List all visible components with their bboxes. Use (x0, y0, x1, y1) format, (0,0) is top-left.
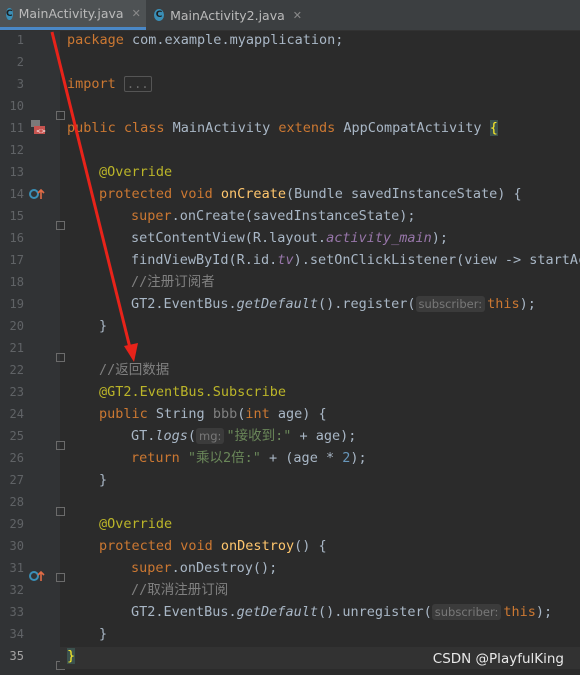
line-number: 19 (9, 297, 24, 311)
editor-tab-bar: C MainActivity.java ✕ C MainActivity2.ja… (0, 0, 580, 31)
code-line: GT.logs(mg: "接收到:" + age); (131, 428, 357, 444)
svg-text:<>: <> (36, 128, 46, 135)
line-number: 13 (9, 165, 24, 179)
code-line: } (99, 472, 108, 488)
code-line: @GT2.EventBus.Subscribe (99, 384, 286, 400)
code-line: return "乘以2倍:" + (age * 2); (131, 450, 367, 466)
line-number: 17 (9, 253, 24, 267)
line-number: 2 (16, 55, 24, 69)
code-line: @Override (99, 164, 173, 180)
close-icon[interactable]: ✕ (132, 7, 141, 20)
line-number: 14 (9, 187, 24, 201)
tab-label: MainActivity.java (18, 6, 124, 21)
code-editor[interactable]: package com.example.myapplication; impor… (60, 31, 580, 675)
line-number: 32 (9, 583, 24, 597)
code-line: protected void onCreate(Bundle savedInst… (99, 186, 522, 202)
line-number: 26 (9, 451, 24, 465)
line-number: 12 (9, 143, 24, 157)
tab-label: MainActivity2.java (170, 7, 285, 23)
code-line: } (67, 648, 76, 664)
line-number: 11 (9, 121, 24, 135)
code-line: package com.example.myapplication; (67, 32, 344, 48)
tab-mainactivity2[interactable]: C MainActivity2.java ✕ (148, 0, 308, 30)
line-number: 34 (9, 627, 24, 641)
parameter-hint: subscriber: (415, 296, 486, 312)
code-line: } (99, 626, 108, 642)
code-line: @Override (99, 516, 173, 532)
code-line: setContentView(R.layout.activity_main); (131, 230, 449, 246)
code-line: import ... (67, 73, 152, 95)
line-number: 33 (9, 605, 24, 619)
code-line: findViewById(R.id.tv).setOnClickListener… (131, 252, 580, 268)
override-method-icon[interactable] (29, 569, 45, 583)
line-number: 27 (9, 473, 24, 487)
java-class-icon: C (6, 7, 13, 20)
line-number-current: 35 (9, 649, 24, 663)
code-line: //取消注册订阅 (131, 582, 229, 598)
line-number: 3 (16, 77, 24, 91)
code-line: //注册订阅者 (131, 274, 215, 290)
line-number: 15 (9, 209, 24, 223)
line-number: 29 (9, 517, 24, 531)
line-number: 25 (9, 429, 24, 443)
line-number: 30 (9, 539, 24, 553)
tab-mainactivity[interactable]: C MainActivity.java ✕ (0, 0, 146, 30)
line-number: 1 (16, 33, 24, 47)
code-line: super.onDestroy(); (131, 560, 278, 576)
code-line: public class MainActivity extends AppCom… (67, 120, 498, 136)
parameter-hint: mg: (196, 428, 225, 444)
line-number: 23 (9, 385, 24, 399)
folded-imports: ... (123, 76, 152, 92)
code-line: //返回数据 (99, 362, 170, 378)
line-number: 22 (9, 363, 24, 377)
parameter-hint: subscriber: (431, 604, 502, 620)
close-icon[interactable]: ✕ (293, 9, 302, 22)
line-number: 16 (9, 231, 24, 245)
line-number: 18 (9, 275, 24, 289)
android-layout-icon[interactable]: <> (30, 119, 46, 135)
java-class-icon: C (154, 9, 165, 21)
code-line: protected void onDestroy() { (99, 538, 327, 554)
code-line: public String bbb(int age) { (99, 406, 327, 422)
code-line: GT2.EventBus.getDefault().unregister(sub… (131, 604, 553, 620)
code-line: GT2.EventBus.getDefault().register(subsc… (131, 296, 536, 312)
line-number: 10 (9, 99, 24, 113)
line-number: 24 (9, 407, 24, 421)
line-number: 20 (9, 319, 24, 333)
override-method-icon[interactable] (29, 187, 45, 201)
code-line: super.onCreate(savedInstanceState); (131, 208, 416, 224)
line-number-gutter: 1 2 3 10 11 12 13 14 15 16 17 18 19 20 2… (0, 31, 65, 675)
watermark: CSDN @PlayfulKing (432, 651, 564, 667)
line-number: 21 (9, 341, 24, 355)
code-line: } (99, 318, 108, 334)
line-number: 31 (9, 561, 24, 575)
line-number: 28 (9, 495, 24, 509)
